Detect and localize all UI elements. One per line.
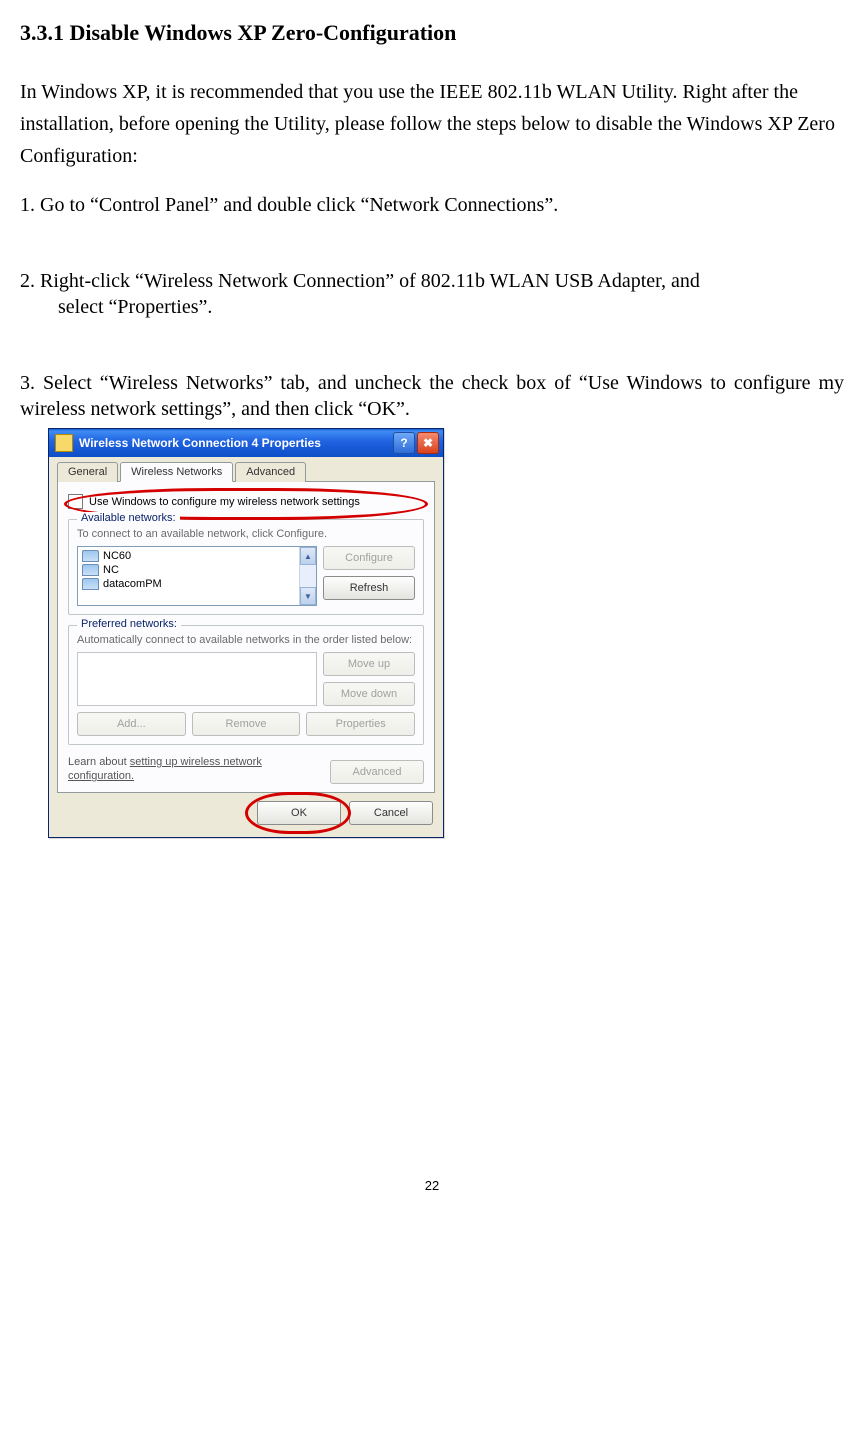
tab-panel: Use Windows to configure my wireless net… (57, 481, 435, 793)
network-icon (82, 578, 99, 590)
list-item[interactable]: NC60 (80, 549, 297, 563)
cancel-button[interactable]: Cancel (349, 801, 433, 825)
list-item[interactable]: NC (80, 563, 297, 577)
scroll-down-icon[interactable]: ▼ (300, 587, 316, 605)
tab-row: General Wireless Networks Advanced (57, 462, 435, 482)
tab-wireless-networks[interactable]: Wireless Networks (120, 462, 233, 482)
use-windows-checkbox[interactable] (68, 494, 83, 509)
network-icon (82, 564, 99, 576)
list-item[interactable]: datacomPM (80, 577, 297, 591)
dialog-titlebar[interactable]: Wireless Network Connection 4 Properties… (49, 429, 443, 457)
wireless-icon (55, 434, 73, 452)
use-windows-checkbox-label: Use Windows to configure my wireless net… (89, 496, 360, 508)
section-heading: 3.3.1 Disable Windows XP Zero-Configurat… (20, 20, 844, 46)
step-1: 1. Go to “Control Panel” and double clic… (20, 192, 844, 218)
scrollbar[interactable]: ▲ ▼ (299, 547, 316, 605)
properties-button[interactable]: Properties (306, 712, 415, 736)
move-up-button[interactable]: Move up (323, 652, 415, 676)
configure-button[interactable]: Configure (323, 546, 415, 570)
properties-dialog: Wireless Network Connection 4 Properties… (48, 428, 444, 838)
available-networks-title: Available networks: (77, 512, 180, 524)
dialog-bottom-buttons: OK Cancel (57, 793, 435, 827)
preferred-networks-hint: Automatically connect to available netwo… (77, 634, 415, 646)
available-networks-list[interactable]: NC60 NC datacomPM ▲ ▼ (77, 546, 317, 606)
page-number: 22 (20, 1178, 844, 1193)
help-button[interactable]: ? (393, 432, 415, 454)
intro-paragraph: In Windows XP, it is recommended that yo… (20, 76, 844, 172)
use-windows-checkbox-row: Use Windows to configure my wireless net… (68, 494, 424, 509)
available-networks-hint: To connect to an available network, clic… (77, 528, 415, 540)
move-down-button[interactable]: Move down (323, 682, 415, 706)
step-3: 3. Select “Wireless Networks” tab, and u… (20, 370, 844, 422)
scroll-up-icon[interactable]: ▲ (300, 547, 316, 565)
step-2-line-2: select “Properties”. (20, 294, 844, 320)
network-icon (82, 550, 99, 562)
preferred-networks-list[interactable] (77, 652, 317, 706)
step-2-line-1: 2. Right-click “Wireless Network Connect… (20, 268, 844, 294)
refresh-button[interactable]: Refresh (323, 576, 415, 600)
step-3-line-1: 3. Select “Wireless Networks” tab, and u… (20, 372, 726, 394)
tab-advanced[interactable]: Advanced (235, 462, 306, 482)
ok-button[interactable]: OK (257, 801, 341, 825)
available-networks-group: Available networks: To connect to an ava… (68, 519, 424, 615)
preferred-networks-group: Preferred networks: Automatically connec… (68, 625, 424, 745)
tab-general[interactable]: General (57, 462, 118, 482)
step-2: 2. Right-click “Wireless Network Connect… (20, 268, 844, 320)
learn-about-row: Learn about setting up wireless network … (68, 755, 424, 784)
add-button[interactable]: Add... (77, 712, 186, 736)
remove-button[interactable]: Remove (192, 712, 301, 736)
close-button[interactable]: ✖ (417, 432, 439, 454)
advanced-button[interactable]: Advanced (330, 760, 424, 784)
learn-about-text: Learn about (68, 756, 130, 768)
preferred-networks-title: Preferred networks: (77, 618, 181, 630)
dialog-title: Wireless Network Connection 4 Properties (79, 436, 321, 450)
